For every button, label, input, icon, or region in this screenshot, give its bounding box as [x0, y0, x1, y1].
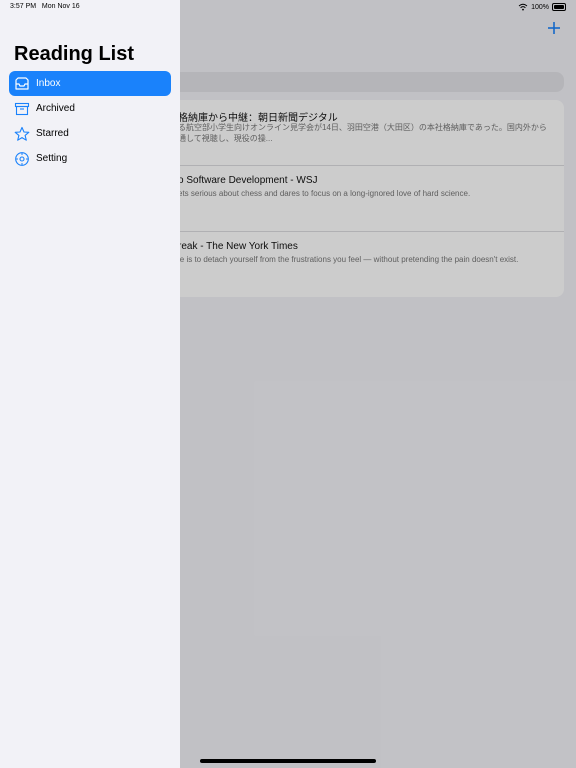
sidebar-nav: Inbox Archived Starred Setting [9, 71, 171, 171]
status-date: Mon Nov 16 [41, 3, 80, 10]
gear-icon [14, 151, 30, 167]
home-indicator[interactable] [200, 759, 376, 763]
battery-percent: 100% [531, 3, 549, 11]
sidebar-item-starred[interactable]: Starred [9, 121, 171, 146]
wifi-icon [518, 3, 528, 11]
archive-box-icon [14, 101, 30, 117]
status-bar-right: 100% [518, 3, 566, 11]
status-time: 3:57 PM [10, 3, 37, 10]
sidebar-item-label: Setting [36, 153, 68, 164]
status-bar-time: 3:57 PM Mon Nov 16 [10, 3, 80, 10]
sidebar: Reading List Inbox Archived Starred Sett… [0, 0, 180, 768]
sidebar-title: Reading List [14, 43, 135, 65]
sidebar-item-label: Starred [36, 128, 69, 139]
star-icon [14, 126, 30, 142]
sidebar-item-archived[interactable]: Archived [9, 96, 171, 121]
sidebar-item-label: Archived [36, 103, 75, 114]
sidebar-item-setting[interactable]: Setting [9, 146, 171, 171]
battery-icon [552, 3, 566, 11]
sidebar-item-label: Inbox [36, 78, 61, 89]
inbox-tray-icon [14, 76, 30, 92]
sidebar-item-inbox[interactable]: Inbox [9, 71, 171, 96]
